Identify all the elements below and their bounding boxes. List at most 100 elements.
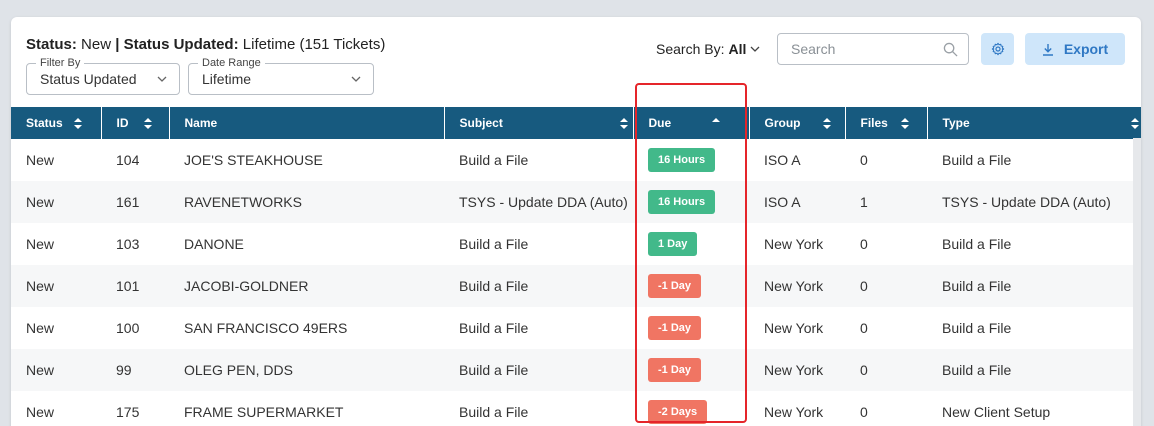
cell-due: 1 Day (633, 223, 749, 265)
cell-id: 100 (116, 320, 140, 336)
gear-icon (991, 42, 1004, 56)
cell-status: New (26, 320, 55, 336)
date-range-select[interactable]: Date Range Lifetime (188, 57, 374, 95)
table-header-row: Status ID Name Subject Due Group Files T… (11, 107, 1141, 139)
column-header-status[interactable]: Status (11, 107, 102, 139)
table-row[interactable]: New 101 JACOBI-GOLDNER Build a File -1 D… (11, 265, 1141, 307)
page-title: Status: New | Status Updated: Lifetime (… (26, 36, 385, 53)
search-box (777, 33, 969, 65)
column-header-label: Files (860, 116, 888, 130)
sort-both-icon (822, 118, 831, 129)
column-header-label: Type (942, 116, 970, 130)
cell-due: -1 Day (633, 265, 749, 307)
column-header-label: Due (648, 116, 672, 130)
sort-both-icon (900, 118, 909, 129)
cell-subject: Build a File (459, 362, 529, 378)
column-header-subject[interactable]: Subject (444, 107, 634, 139)
column-header-name[interactable]: Name (169, 107, 445, 139)
table-row[interactable]: New 175 FRAME SUPERMARKET Build a File -… (11, 391, 1141, 426)
cell-type: Build a File (942, 236, 1012, 252)
cell-subject: Build a File (459, 404, 529, 420)
sort-ascending-icon (711, 118, 720, 122)
cell-name: JACOBI-GOLDNER (184, 278, 309, 294)
cell-subject: Build a File (459, 236, 529, 252)
column-header-files[interactable]: Files (845, 107, 928, 139)
cell-group: ISO A (764, 152, 801, 168)
cell-name: SAN FRANCISCO 49ERS (184, 320, 348, 336)
cell-subject: Build a File (459, 152, 529, 168)
column-header-label: Name (184, 116, 218, 130)
table-row[interactable]: New 99 OLEG PEN, DDS Build a File -1 Day… (11, 349, 1141, 391)
due-badge: -1 Day (648, 316, 702, 340)
column-header-due[interactable]: Due (633, 107, 750, 139)
cell-group: ISO A (764, 194, 801, 210)
cell-id: 103 (116, 236, 140, 252)
cell-status: New (26, 236, 55, 252)
chevron-down-icon (351, 76, 361, 82)
cell-type: Build a File (942, 320, 1012, 336)
due-badge: 1 Day (648, 232, 698, 256)
cell-name: JOE'S STEAKHOUSE (184, 152, 323, 168)
settings-button[interactable] (981, 33, 1014, 65)
cell-group: New York (764, 404, 824, 420)
cell-name: FRAME SUPERMARKET (184, 404, 344, 420)
column-header-id[interactable]: ID (101, 107, 170, 139)
title-updated-value: Lifetime (151 Tickets) (242, 36, 386, 53)
cell-files: 1 (860, 194, 868, 210)
cell-files: 0 (860, 362, 868, 378)
cell-due: -1 Day (633, 307, 749, 349)
cell-name: DANONE (184, 236, 244, 252)
cell-group: New York (764, 362, 824, 378)
filter-by-select[interactable]: Filter By Status Updated (26, 57, 180, 95)
vertical-scrollbar[interactable] (1133, 138, 1141, 426)
cell-group: New York (764, 320, 824, 336)
cell-files: 0 (860, 152, 868, 168)
column-header-group[interactable]: Group (749, 107, 846, 139)
cell-subject: TSYS - Update DDA (Auto) (459, 194, 628, 210)
due-badge: -2 Days (648, 400, 708, 424)
cell-id: 101 (116, 278, 140, 294)
chevron-down-icon (750, 46, 760, 52)
cell-files: 0 (860, 320, 868, 336)
cell-status: New (26, 278, 55, 294)
cell-type: Build a File (942, 278, 1012, 294)
export-label: Export (1063, 41, 1109, 57)
cell-subject: Build a File (459, 278, 529, 294)
cell-files: 0 (860, 404, 868, 420)
tickets-card: Status: New | Status Updated: Lifetime (… (11, 17, 1141, 426)
cell-due: 16 Hours (633, 181, 749, 223)
filter-by-label: Filter By (36, 57, 85, 69)
column-header-type[interactable]: Type (927, 107, 1141, 139)
cell-name: OLEG PEN, DDS (184, 362, 293, 378)
date-range-value: Lifetime (202, 71, 252, 87)
search-input[interactable] (778, 34, 968, 64)
table-row[interactable]: New 161 RAVENETWORKS TSYS - Update DDA (… (11, 181, 1141, 223)
sort-both-icon (74, 118, 82, 129)
cell-due: -1 Day (633, 349, 749, 391)
due-badge: 16 Hours (648, 148, 716, 172)
cell-status: New (26, 404, 55, 420)
title-updated-label: Status Updated: (123, 36, 239, 53)
sort-both-icon (1130, 118, 1139, 129)
table-row[interactable]: New 104 JOE'S STEAKHOUSE Build a File 16… (11, 139, 1141, 181)
column-header-label: ID (116, 116, 129, 130)
search-by-dropdown[interactable]: Search By: All (656, 41, 760, 57)
cell-name: RAVENETWORKS (184, 194, 302, 210)
column-header-label: Group (764, 116, 801, 130)
due-badge: 16 Hours (648, 190, 716, 214)
due-badge: -1 Day (648, 274, 702, 298)
cell-id: 161 (116, 194, 140, 210)
cell-id: 99 (116, 362, 132, 378)
column-header-label: Status (26, 116, 63, 130)
cell-type: New Client Setup (942, 404, 1051, 420)
cell-status: New (26, 194, 55, 210)
table-row[interactable]: New 100 SAN FRANCISCO 49ERS Build a File… (11, 307, 1141, 349)
search-by-value: All (728, 41, 747, 57)
cell-type: TSYS - Update DDA (Auto) (942, 194, 1111, 210)
export-button[interactable]: Export (1025, 33, 1125, 65)
column-header-label: Subject (459, 116, 503, 130)
title-status-value: New (81, 36, 112, 53)
cell-files: 0 (860, 278, 868, 294)
cell-type: Build a File (942, 362, 1012, 378)
table-row[interactable]: New 103 DANONE Build a File 1 Day New Yo… (11, 223, 1141, 265)
